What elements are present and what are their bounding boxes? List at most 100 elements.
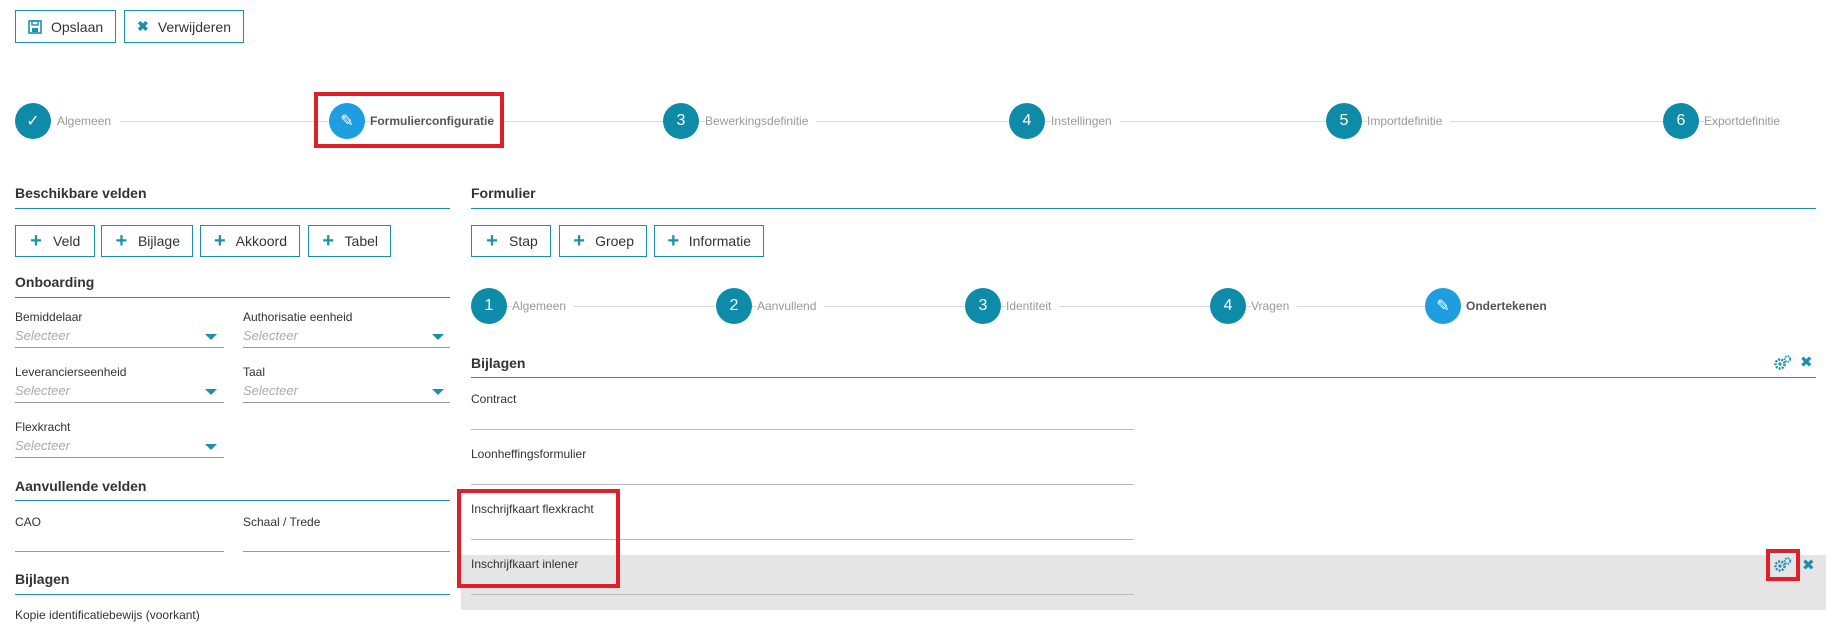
field-underline bbox=[471, 484, 1134, 485]
section-divider bbox=[471, 377, 1816, 378]
field-label-flexkracht: Flexkracht bbox=[15, 420, 71, 434]
plus-icon: + bbox=[667, 230, 680, 252]
form-step-1-label[interactable]: Algemeen bbox=[512, 299, 575, 313]
add-attachment-label: Bijlage bbox=[137, 233, 180, 249]
checkmark-icon: ✓ bbox=[26, 113, 40, 130]
section-divider bbox=[15, 594, 450, 595]
step-number: 1 bbox=[484, 297, 494, 314]
close-icon[interactable]: ✖ bbox=[1800, 355, 1813, 370]
field-label-schaal[interactable]: Schaal / Trede bbox=[243, 515, 320, 529]
attachment-item[interactable]: Kopie identificatiebewijs (voorkant) bbox=[15, 608, 200, 622]
form-step-2-label[interactable]: Aanvullend bbox=[757, 299, 825, 313]
wizard-step-5-circle[interactable]: 5 bbox=[1326, 103, 1362, 139]
step-number: 4 bbox=[1022, 112, 1032, 129]
form-step-2-circle[interactable]: 2 bbox=[716, 288, 752, 324]
form-step-4-label[interactable]: Vragen bbox=[1251, 299, 1298, 313]
save-button-label: Opslaan bbox=[51, 18, 104, 35]
chevron-down-icon[interactable] bbox=[205, 444, 217, 450]
gears-icon[interactable] bbox=[1774, 557, 1792, 573]
delete-button-label: Verwijderen bbox=[157, 18, 231, 35]
field-underline bbox=[471, 594, 1134, 595]
wizard-step-3-label[interactable]: Bewerkingsdefinitie bbox=[705, 114, 817, 128]
list-item-loonheffing[interactable]: Loonheffingsformulier bbox=[471, 447, 586, 461]
list-item-contract[interactable]: Contract bbox=[471, 392, 516, 406]
select-flexkracht[interactable]: Selecteer bbox=[15, 438, 70, 453]
onboarding-title: Onboarding bbox=[15, 274, 95, 290]
form-step-3-circle[interactable]: 3 bbox=[965, 288, 1001, 324]
section-divider bbox=[15, 208, 450, 209]
wizard-connector bbox=[120, 121, 1770, 122]
field-label-bemiddelaar: Bemiddelaar bbox=[15, 310, 83, 324]
chevron-down-icon[interactable] bbox=[432, 334, 444, 340]
plus-icon: + bbox=[486, 230, 498, 252]
field-underline bbox=[243, 551, 450, 552]
wizard-step-1-label[interactable]: Algemeen bbox=[57, 114, 120, 128]
wizard-step-4-label[interactable]: Instellingen bbox=[1051, 114, 1120, 128]
step-number: 4 bbox=[1223, 297, 1233, 314]
plus-icon: + bbox=[30, 230, 42, 252]
close-icon[interactable]: ✖ bbox=[1802, 558, 1815, 573]
add-table-button[interactable]: + Tabel bbox=[308, 225, 391, 257]
chevron-down-icon[interactable] bbox=[205, 389, 217, 395]
add-field-button[interactable]: + Veld bbox=[15, 225, 95, 257]
field-label-authorisatie: Authorisatie eenheid bbox=[243, 310, 353, 324]
pencil-icon: ✎ bbox=[1436, 298, 1450, 315]
select-authorisatie[interactable]: Selecteer bbox=[243, 328, 298, 343]
wizard-step-4-circle[interactable]: 4 bbox=[1009, 103, 1045, 139]
field-underline bbox=[15, 457, 224, 458]
gears-icon[interactable] bbox=[1774, 355, 1792, 371]
field-underline bbox=[243, 402, 450, 403]
available-fields-title: Beschikbare velden bbox=[15, 185, 147, 201]
chevron-down-icon[interactable] bbox=[205, 334, 217, 340]
step-number: 2 bbox=[729, 297, 739, 314]
add-group-button[interactable]: + Groep bbox=[559, 225, 647, 257]
form-step-1-circle[interactable]: 1 bbox=[471, 288, 507, 324]
add-agreement-button[interactable]: + Akkoord bbox=[200, 225, 300, 257]
wizard-step-2-circle[interactable]: ✎ bbox=[329, 103, 365, 139]
wizard-step-6-label[interactable]: Exportdefinitie bbox=[1704, 114, 1789, 128]
select-leverancierseenheid[interactable]: Selecteer bbox=[15, 383, 70, 398]
plus-icon: + bbox=[115, 230, 128, 252]
field-label-cao[interactable]: CAO bbox=[15, 515, 41, 529]
attachments-title: Bijlagen bbox=[15, 571, 70, 587]
save-button[interactable]: Opslaan bbox=[15, 10, 116, 43]
wizard-step-3-circle[interactable]: 3 bbox=[663, 103, 699, 139]
step-number: 3 bbox=[978, 297, 988, 314]
chevron-down-icon[interactable] bbox=[432, 389, 444, 395]
pencil-icon: ✎ bbox=[340, 113, 354, 130]
selected-row-background bbox=[461, 555, 1826, 610]
wizard-step-5-label[interactable]: Importdefinitie bbox=[1367, 114, 1451, 128]
wizard-step-6-circle[interactable]: 6 bbox=[1663, 103, 1699, 139]
add-step-label: Stap bbox=[509, 233, 538, 249]
wizard-step-1-circle[interactable]: ✓ bbox=[15, 103, 51, 139]
form-step-5-circle[interactable]: ✎ bbox=[1425, 288, 1461, 324]
field-label-taal: Taal bbox=[243, 365, 266, 379]
add-field-label: Veld bbox=[53, 233, 81, 249]
select-taal[interactable]: Selecteer bbox=[243, 383, 298, 398]
step-number: 5 bbox=[1339, 112, 1349, 129]
floppy-disk-icon bbox=[28, 19, 42, 34]
form-step-4-circle[interactable]: 4 bbox=[1210, 288, 1246, 324]
delete-button[interactable]: ✖ Verwijderen bbox=[124, 10, 244, 43]
add-info-label: Informatie bbox=[688, 233, 751, 249]
field-underline bbox=[15, 347, 224, 348]
select-bemiddelaar[interactable]: Selecteer bbox=[15, 328, 70, 343]
add-info-button[interactable]: + Informatie bbox=[654, 225, 764, 257]
extra-fields-title: Aanvullende velden bbox=[15, 478, 147, 494]
plus-icon: + bbox=[573, 230, 585, 252]
add-attachment-button[interactable]: + Bijlage bbox=[101, 225, 193, 257]
plus-icon: + bbox=[213, 230, 226, 252]
list-item-inschrijfkaart-inlener[interactable]: Inschrijfkaart inlener bbox=[471, 557, 578, 571]
close-icon: ✖ bbox=[137, 18, 149, 34]
section-divider bbox=[15, 297, 450, 298]
wizard-step-2-label[interactable]: Formulierconfiguratie bbox=[370, 114, 503, 128]
list-item-inschrijfkaart-flexkracht[interactable]: Inschrijfkaart flexkracht bbox=[471, 502, 594, 516]
form-title: Formulier bbox=[471, 185, 536, 201]
form-step-5-label[interactable]: Ondertekenen bbox=[1466, 299, 1555, 313]
add-step-button[interactable]: + Stap bbox=[471, 225, 551, 257]
add-table-label: Tabel bbox=[344, 233, 378, 249]
add-group-label: Groep bbox=[595, 233, 634, 249]
form-step-3-label[interactable]: Identiteit bbox=[1006, 299, 1060, 313]
add-agreement-label: Akkoord bbox=[235, 233, 287, 249]
field-underline bbox=[15, 402, 224, 403]
